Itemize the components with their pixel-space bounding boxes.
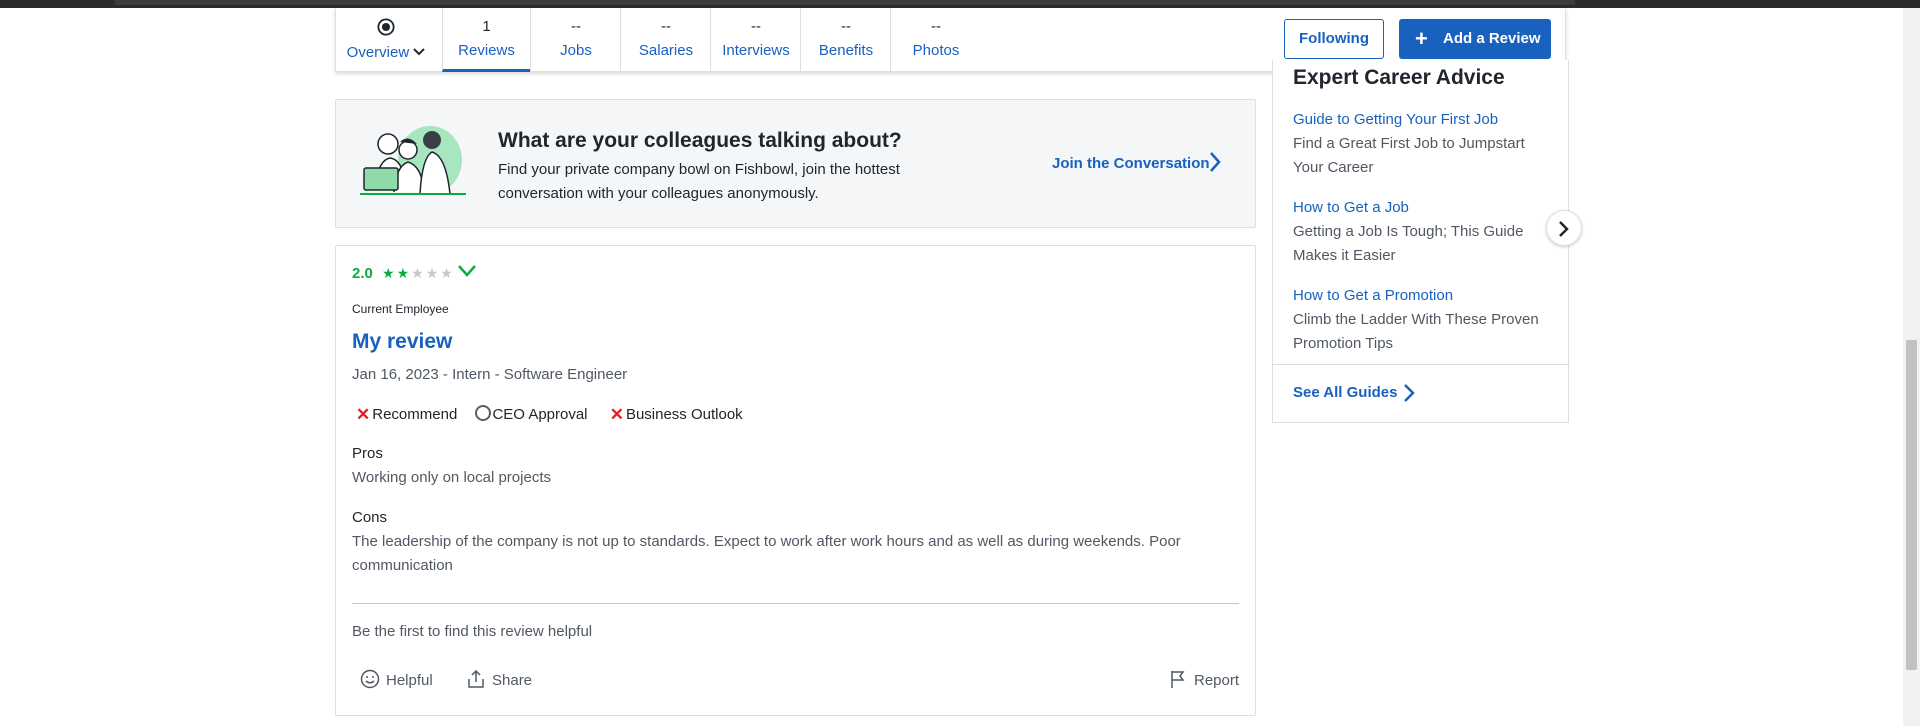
- review-sub-ratings: ✕ Recommend CEO Approval ✕ Business Outloo…: [352, 405, 757, 425]
- add-review-button[interactable]: + Add a Review: [1399, 19, 1551, 59]
- guide-description: Find a Great First Job to Jumpstart Your…: [1293, 135, 1525, 176]
- guide-description: Getting a Job Is Tough; This Guide Makes…: [1293, 223, 1524, 264]
- review-card: 2.0 ★★★★★ Current Employee My review Jan…: [335, 245, 1256, 716]
- helpful-button[interactable]: Helpful: [360, 669, 433, 689]
- see-all-guides-link[interactable]: See All Guides: [1293, 384, 1397, 401]
- review-rating-value: 2.0: [352, 265, 373, 282]
- scrollbar-thumb[interactable]: [1906, 340, 1917, 670]
- add-review-label: Add a Review: [1443, 30, 1541, 47]
- company-logo-icon: [377, 18, 395, 36]
- x-mark-icon: ✕: [356, 405, 371, 424]
- pros-label: Pros: [352, 445, 383, 462]
- tab-benefits-label: Benefits: [818, 42, 874, 59]
- tab-benefits[interactable]: -- Benefits: [800, 8, 891, 72]
- tab-salaries[interactable]: -- Salaries: [620, 8, 711, 72]
- fishbowl-promo-card: What are your colleagues talking about? …: [335, 99, 1256, 228]
- guide-title-link[interactable]: How to Get a Promotion: [1293, 284, 1555, 308]
- tab-jobs-count: --: [571, 18, 581, 35]
- neutral-circle-icon: [475, 405, 492, 421]
- report-button[interactable]: Report: [1168, 669, 1239, 689]
- tab-photos-count: --: [931, 18, 941, 35]
- tab-jobs-label: Jobs: [560, 42, 592, 59]
- guide-title-link[interactable]: Guide to Getting Your First Job: [1293, 108, 1555, 132]
- sidebar-heading: Expert Career Advice: [1293, 66, 1505, 89]
- tab-overview[interactable]: Overview: [336, 8, 436, 72]
- chevron-right-icon: [1559, 221, 1569, 237]
- smiley-icon: [360, 669, 380, 689]
- star-icon: ★: [440, 265, 455, 281]
- tab-reviews[interactable]: 1 Reviews: [442, 8, 530, 72]
- colleagues-illustration-icon: [360, 126, 466, 195]
- share-button[interactable]: Share: [466, 669, 532, 689]
- x-mark-icon: ✕: [609, 405, 624, 424]
- browser-top-bar: [0, 0, 1920, 8]
- employment-status: Current Employee: [352, 302, 449, 316]
- star-icon: ★: [382, 265, 397, 281]
- chevron-right-icon[interactable]: [1209, 151, 1221, 173]
- share-icon: [468, 669, 484, 688]
- review-title-link[interactable]: My review: [352, 330, 452, 354]
- business-outlook-label: Business Outlook: [625, 406, 743, 423]
- tab-photos-label: Photos: [912, 42, 960, 59]
- helpful-label: Helpful: [386, 672, 433, 689]
- tab-salaries-count: --: [661, 18, 671, 35]
- tab-interviews-label: Interviews: [722, 42, 790, 59]
- following-button[interactable]: Following: [1284, 19, 1384, 59]
- guide-item[interactable]: Guide to Getting Your First Job Find a G…: [1293, 108, 1555, 180]
- pros-text: Working only on local projects: [352, 469, 551, 486]
- flag-icon: [1171, 671, 1185, 688]
- chevron-right-icon[interactable]: [1403, 383, 1415, 403]
- tab-salaries-label: Salaries: [638, 42, 694, 59]
- star-icon: ★: [411, 265, 426, 281]
- cons-text: The leadership of the company is not up …: [352, 533, 1181, 574]
- recommend-rating: ✕ Recommend: [352, 405, 457, 425]
- tab-photos[interactable]: -- Photos: [890, 8, 981, 72]
- cons-label: Cons: [352, 509, 388, 526]
- share-label: Share: [492, 672, 533, 689]
- ceo-approval-rating: CEO Approval: [475, 405, 588, 423]
- sidebar-divider: [1273, 364, 1570, 365]
- join-conversation-link[interactable]: Join the Conversation: [1052, 155, 1210, 172]
- helpful-note: Be the first to find this review helpful: [352, 623, 593, 640]
- guide-item[interactable]: How to Get a Promotion Climb the Ladder …: [1293, 284, 1555, 356]
- star-icon: ★: [396, 265, 412, 281]
- tab-reviews-label: Reviews: [458, 42, 515, 59]
- tab-interviews-count: --: [751, 18, 761, 35]
- guide-item[interactable]: How to Get a Job Getting a Job Is Tough;…: [1293, 196, 1555, 268]
- promo-description: Find your private company bowl on Fishbo…: [498, 161, 900, 202]
- carousel-next-button[interactable]: [1546, 210, 1582, 246]
- tab-overview-label: Overview: [346, 44, 410, 61]
- tab-jobs[interactable]: -- Jobs: [530, 8, 621, 72]
- report-label: Report: [1194, 672, 1240, 689]
- promo-title: What are your colleagues talking about?: [498, 129, 902, 152]
- review-meta: Jan 16, 2023 - Intern - Software Enginee…: [352, 366, 628, 383]
- tab-reviews-count: 1: [482, 18, 491, 35]
- top-bar-inner: [115, 0, 1575, 5]
- tab-benefits-count: --: [841, 18, 851, 35]
- business-outlook-rating: ✕ Business Outlook: [606, 405, 743, 425]
- rating-details-chevron-icon[interactable]: [457, 263, 477, 279]
- guide-title-link[interactable]: How to Get a Job: [1293, 196, 1555, 220]
- guide-description: Climb the Ladder With These Proven Promo…: [1293, 311, 1539, 352]
- star-icon: ★: [425, 265, 441, 281]
- star-rating: ★★★★★: [382, 265, 455, 282]
- ceo-approval-label: CEO Approval: [492, 406, 588, 423]
- career-advice-sidebar: Expert Career Advice Guide to Getting Yo…: [1272, 60, 1570, 423]
- review-divider: [352, 603, 1239, 604]
- tab-interviews[interactable]: -- Interviews: [710, 8, 801, 72]
- recommend-label: Recommend: [372, 406, 458, 423]
- chevron-down-icon: [413, 48, 426, 56]
- plus-icon: +: [1415, 26, 1428, 51]
